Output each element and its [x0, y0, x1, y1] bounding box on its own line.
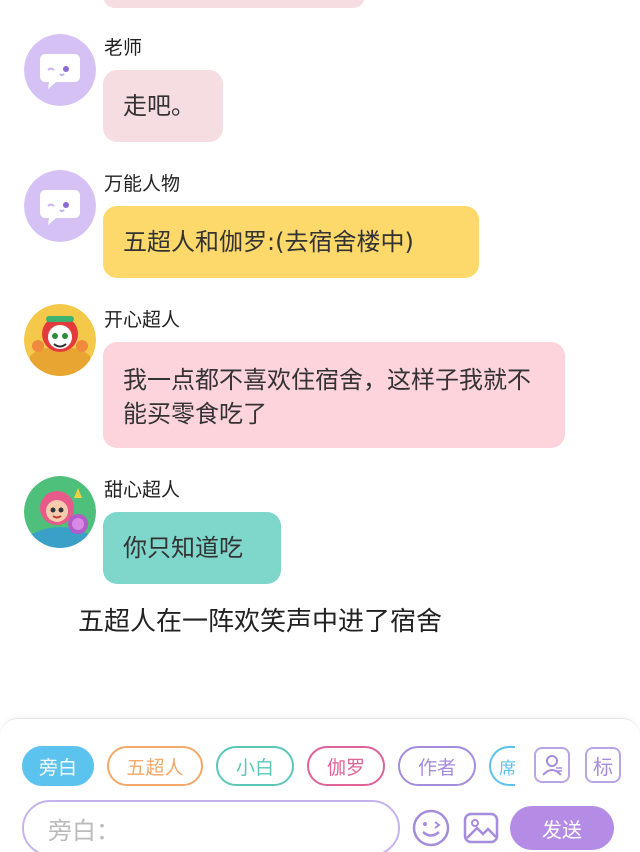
send-label: 发送	[542, 817, 582, 842]
send-button[interactable]: 发送	[510, 806, 614, 850]
ghost-avatar-icon[interactable]	[24, 34, 96, 106]
chip-label: 五超人	[126, 756, 184, 779]
tag-button[interactable]: 标	[585, 747, 621, 783]
tag-label: 标	[593, 754, 613, 779]
ghost-avatar-icon[interactable]	[24, 170, 96, 242]
previous-message-bubble	[103, 0, 365, 8]
chip-label: 旁白	[38, 756, 77, 779]
role-chip-jialuo[interactable]: 伽罗	[307, 746, 385, 786]
chip-label: 作者	[417, 756, 456, 779]
narration-text: 五超人在一阵欢笑声中进了宿舍	[78, 607, 443, 637]
sender-name: 老师	[104, 37, 143, 59]
role-chip-narrator[interactable]: 旁白	[22, 746, 94, 786]
chip-label: 席	[499, 758, 515, 779]
role-chip-five-supermen[interactable]: 五超人	[107, 746, 203, 786]
message-bubble: 你只知道吃	[103, 512, 281, 584]
message-input[interactable]: 旁白：	[22, 800, 400, 852]
message-text: 我一点都不喜欢住宿舍，这样子我就不能买零食吃了	[123, 366, 531, 428]
chip-label: 伽罗	[326, 756, 365, 779]
message-text: 你只知道吃	[123, 534, 243, 562]
input-placeholder: 旁白：	[48, 816, 120, 845]
message-text: 走吧。	[123, 92, 195, 120]
role-chip-author[interactable]: 作者	[398, 746, 476, 786]
role-avatar-icon[interactable]	[534, 747, 570, 783]
image-icon[interactable]	[461, 808, 501, 848]
happy-superman-avatar[interactable]	[24, 304, 96, 376]
message-bubble: 走吧。	[103, 70, 223, 142]
message-bubble: 五超人和伽罗:(去宿舍楼中)	[103, 206, 479, 278]
role-chip-xiaobai[interactable]: 小白	[216, 746, 294, 786]
sender-name: 甜心超人	[104, 479, 181, 501]
emoji-icon[interactable]	[411, 808, 451, 848]
message-text: 五超人和伽罗:(去宿舍楼中)	[123, 228, 414, 256]
sender-name: 万能人物	[104, 173, 181, 195]
chat-area: 老师 走吧。 万能人物 五超人和伽罗:(去宿舍楼中) 开心超人 我一点都不喜欢住…	[0, 0, 640, 715]
sweetheart-superman-avatar[interactable]	[24, 476, 96, 548]
sender-name: 开心超人	[104, 309, 181, 331]
chip-label: 小白	[235, 756, 274, 779]
message-bubble: 我一点都不喜欢住宿舍，这样子我就不能买零食吃了	[103, 342, 565, 448]
